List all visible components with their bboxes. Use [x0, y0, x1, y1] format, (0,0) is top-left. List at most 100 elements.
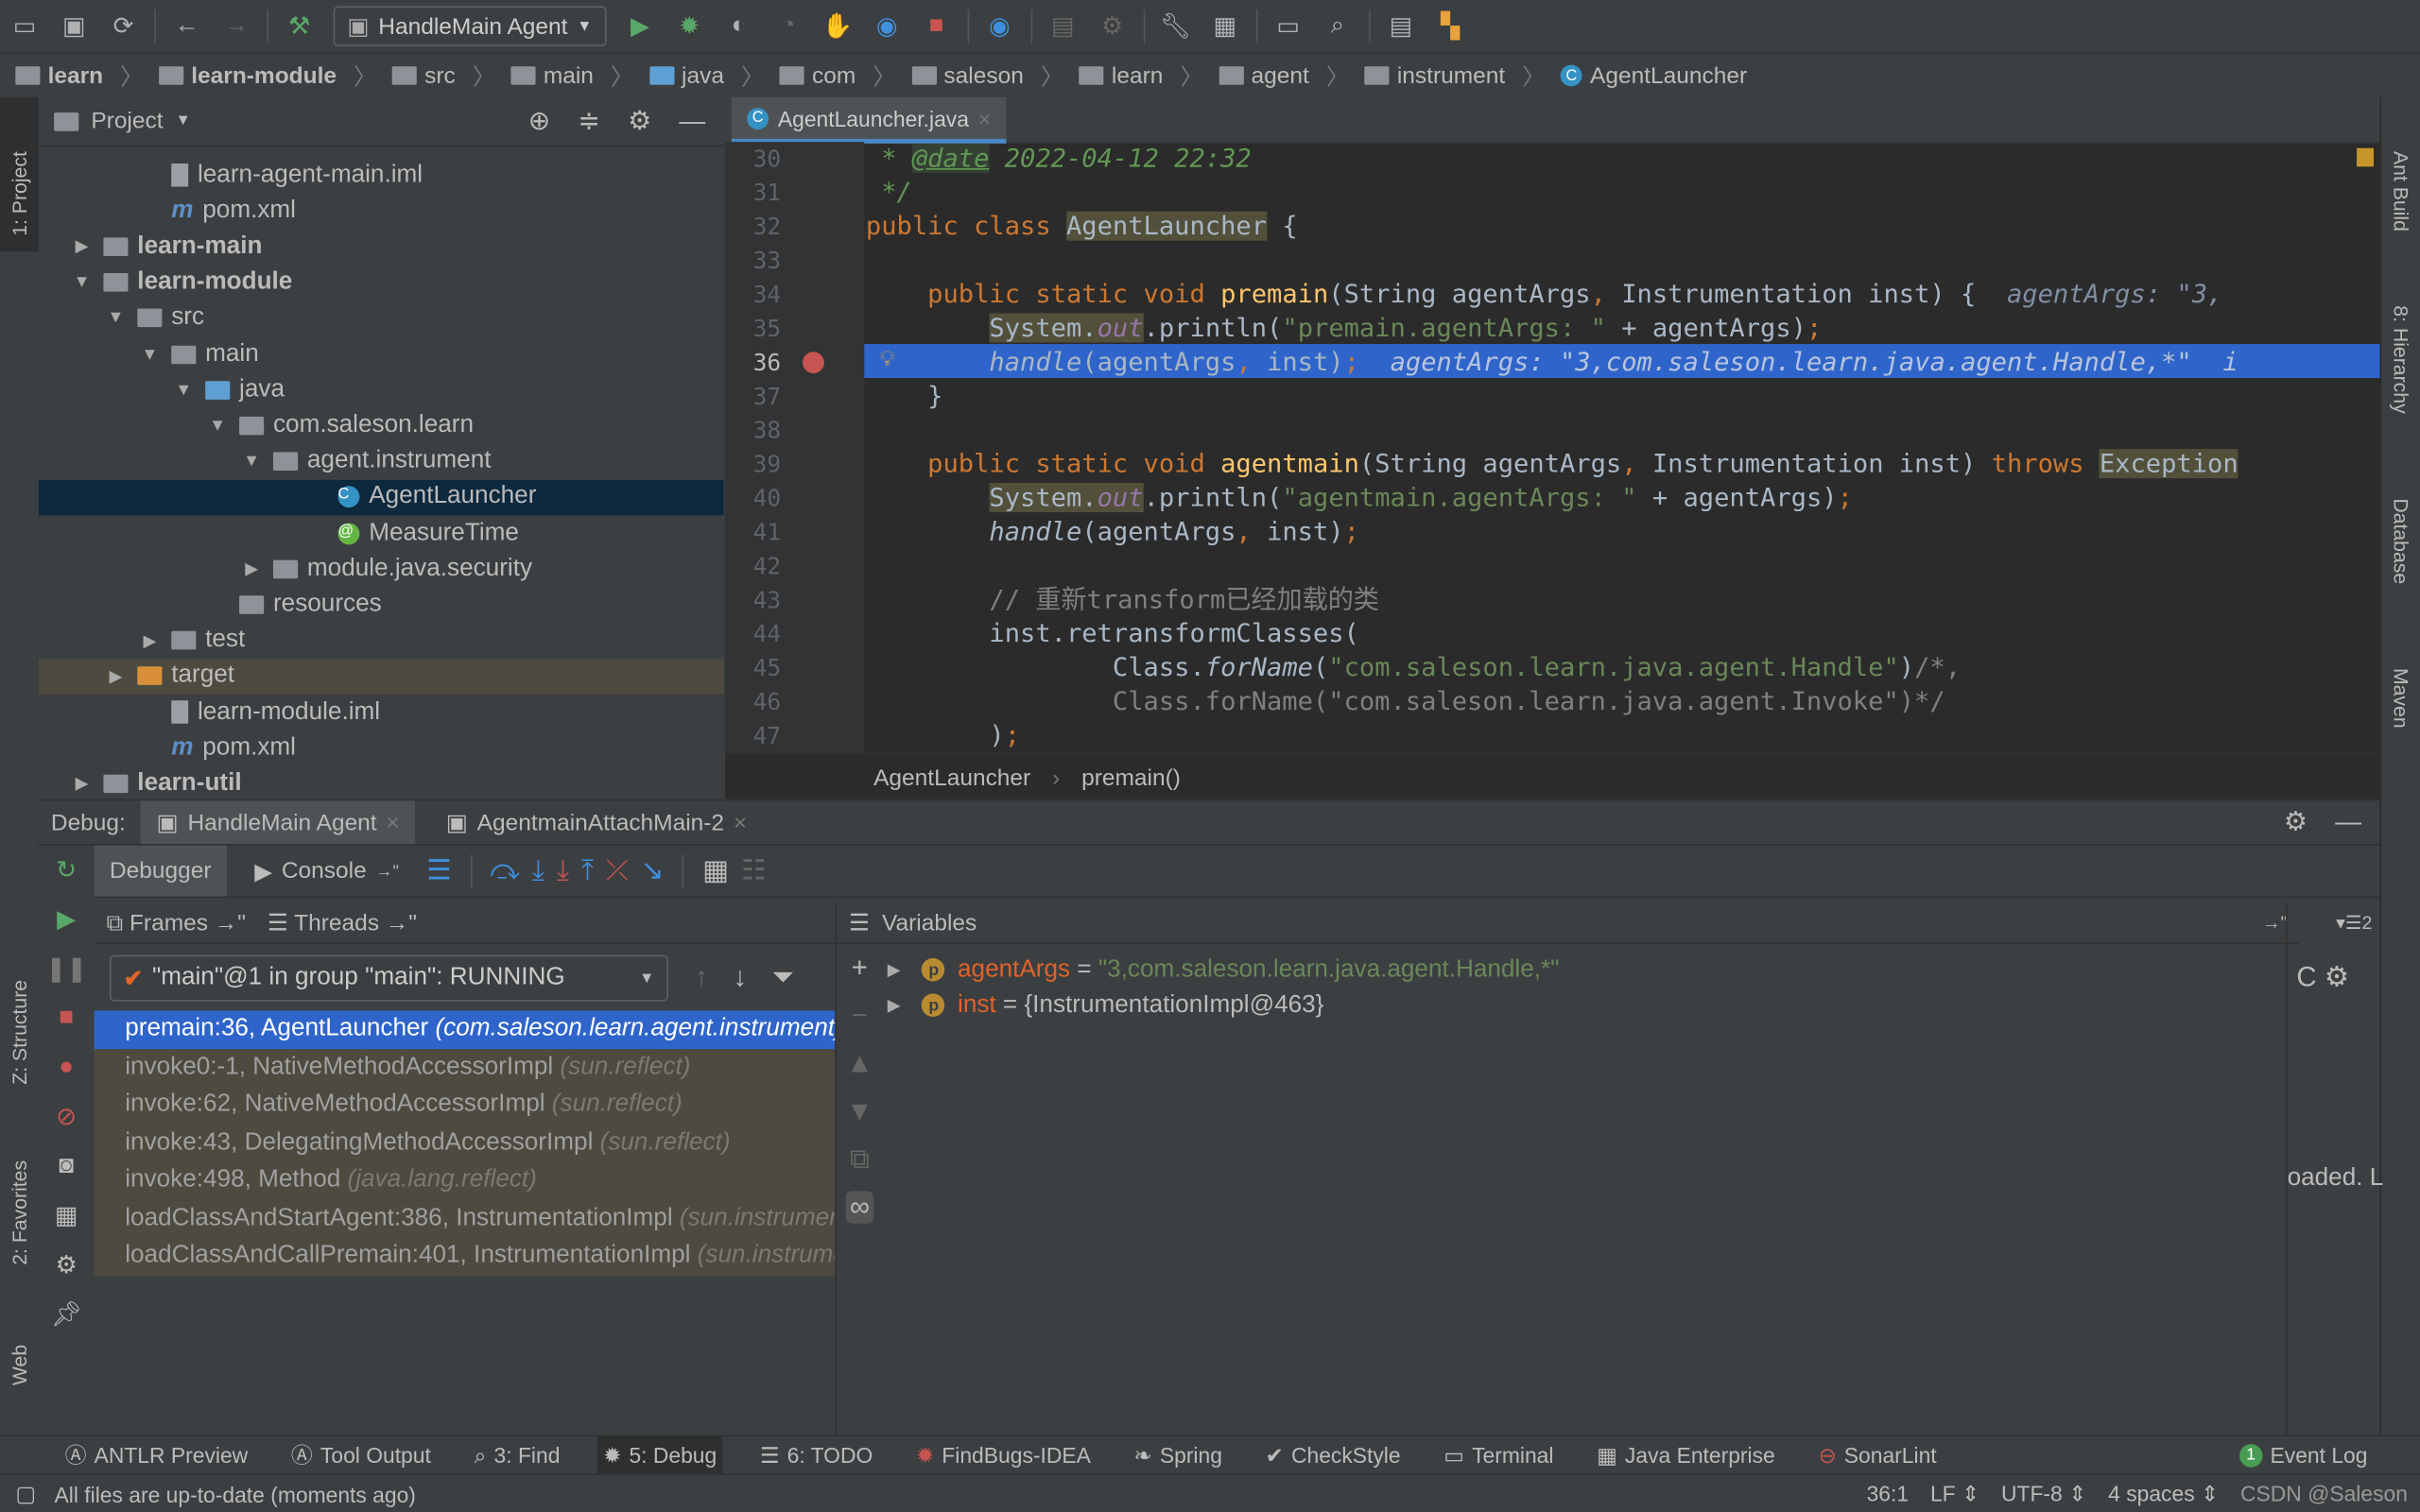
editor-crumb-method[interactable]: premain(): [1081, 765, 1181, 791]
indent-setting[interactable]: 4 spaces ⇕: [2108, 1481, 2219, 1507]
tree-item[interactable]: ▼ java: [39, 372, 724, 408]
tool-tab[interactable]: ☰ 6: TODO: [753, 1435, 878, 1474]
tool-tab[interactable]: ✔ CheckStyle: [1259, 1435, 1407, 1474]
attach-icon[interactable]: ✋: [818, 7, 857, 46]
chevron-down-icon[interactable]: ▼: [176, 112, 191, 129]
tool-window-database[interactable]: Database: [2389, 498, 2411, 584]
debug-tab-agentmain[interactable]: ▣ AgentmainAttachMain-2 ×: [430, 800, 762, 844]
project-structure-icon[interactable]: ▦: [1205, 7, 1245, 46]
settings-wrench-icon[interactable]: 🔧︎: [1155, 7, 1195, 46]
gear-icon[interactable]: ⚙: [39, 1241, 95, 1290]
tool-tab[interactable]: ▦ Java Enterprise: [1591, 1435, 1782, 1474]
add-watch-icon[interactable]: +: [852, 952, 868, 984]
camera-icon[interactable]: ◙: [39, 1142, 95, 1191]
lightbulb-icon[interactable]: 💡︎: [880, 346, 895, 372]
breadcrumb-item[interactable]: learn-module 〉: [158, 60, 376, 92]
project-view-select[interactable]: Project: [91, 108, 163, 134]
breadcrumb-item[interactable]: src 〉: [391, 60, 495, 92]
breadcrumb-item[interactable]: saleson 〉: [911, 60, 1063, 92]
breadcrumb-item[interactable]: main 〉: [510, 60, 633, 92]
tab-frames[interactable]: ⧉ Frames →": [107, 909, 246, 936]
build-hammer-icon[interactable]: ⚒: [280, 7, 320, 46]
tree-item[interactable]: learn-module.iml: [39, 695, 724, 730]
view-breakpoints-icon[interactable]: ●: [39, 1043, 95, 1092]
tree-item[interactable]: ▼ agent.instrument: [39, 444, 724, 480]
stop-icon[interactable]: ■: [39, 993, 95, 1042]
tree-item[interactable]: m pom.xml: [39, 193, 724, 229]
tree-item[interactable]: ▶ test: [39, 623, 724, 659]
arrow-down-icon[interactable]: ▼: [242, 453, 261, 472]
expand-arrow-icon[interactable]: ▶: [888, 995, 901, 1016]
tree-item[interactable]: ▼ com.saleson.learn: [39, 408, 724, 444]
breadcrumb-item[interactable]: C AgentLauncher: [1561, 62, 1747, 89]
tool-window-web[interactable]: Web: [8, 1345, 30, 1385]
profile-icon[interactable]: ◔: [769, 7, 808, 46]
run-icon[interactable]: ▶: [620, 7, 660, 46]
forward-icon[interactable]: →: [216, 7, 256, 46]
editor-crumb-class[interactable]: AgentLauncher: [873, 765, 1030, 791]
arrow-right-icon[interactable]: ▶: [107, 666, 126, 687]
tree-item[interactable]: ▶ learn-main: [39, 229, 724, 265]
stack-frame[interactable]: invoke:43, DelegatingMethodAccessorImpl …: [94, 1124, 836, 1162]
tree-item[interactable]: ▼ main: [39, 336, 724, 372]
thread-select[interactable]: ✔ "main"@1 in group "main": RUNNING ▼: [109, 954, 668, 1002]
pin-icon[interactable]: 📌︎: [39, 1290, 95, 1339]
run-config-select[interactable]: ▣ HandleMain Agent ▼: [333, 6, 607, 46]
next-frame-icon[interactable]: ↓: [734, 961, 748, 993]
collapse-icon[interactable]: ≑: [578, 106, 599, 137]
breadcrumb-item[interactable]: com 〉: [779, 60, 896, 92]
tree-item[interactable]: ▼ src: [39, 301, 724, 336]
tool-tab[interactable]: ❧ Spring: [1128, 1435, 1228, 1474]
remove-watch-icon[interactable]: −: [852, 1000, 868, 1032]
show-watches-icon[interactable]: ∞: [845, 1191, 874, 1224]
tool-window-ant-build[interactable]: Ant Build: [2389, 151, 2411, 232]
open-folder-icon[interactable]: ▭: [5, 7, 44, 46]
tab-debugger[interactable]: Debugger: [94, 845, 227, 897]
status-icon[interactable]: ▢: [15, 1481, 36, 1507]
gear-icon[interactable]: ⚙: [628, 106, 651, 137]
step-over-icon[interactable]: ⤼: [490, 854, 519, 886]
expand-arrow-icon[interactable]: ▶: [888, 960, 901, 980]
tool-window-project[interactable]: 1: Project: [8, 151, 30, 236]
event-log-tab[interactable]: 1 Event Log: [2233, 1435, 2374, 1474]
resume-icon[interactable]: ▶: [39, 895, 95, 944]
tab-console[interactable]: ▶ Console →": [239, 846, 414, 897]
editor-tab-agentlauncher[interactable]: C AgentLauncher.java ×: [731, 96, 1007, 144]
tool-tab[interactable]: ▭ Terminal: [1438, 1435, 1560, 1474]
tool-tab[interactable]: ⌕ 3: Find: [468, 1435, 566, 1474]
arrow-right-icon[interactable]: ▶: [141, 630, 160, 651]
tree-item[interactable]: @ MeasureTime: [39, 515, 724, 551]
file-encoding[interactable]: UTF-8 ⇕: [2001, 1481, 2086, 1507]
mute-breakpoints-icon[interactable]: ⊘: [39, 1092, 95, 1142]
move-down-icon[interactable]: ▼: [846, 1095, 873, 1127]
debug-tab-handlemain[interactable]: ▣ HandleMain Agent ×: [141, 800, 416, 845]
drop-frame-icon[interactable]: ⤫: [606, 854, 629, 886]
breadcrumb-item[interactable]: learn 〉: [1079, 60, 1203, 92]
arrow-down-icon[interactable]: ▼: [174, 381, 193, 400]
tasks-icon[interactable]: ▤: [1381, 7, 1421, 46]
locate-icon[interactable]: ⊕: [528, 106, 550, 137]
tool-tab[interactable]: ✹ 5: Debug: [596, 1435, 723, 1475]
stack-frame[interactable]: loadClassAndStartAgent:386, Instrumentat…: [94, 1199, 836, 1238]
save-icon[interactable]: ▣: [54, 7, 94, 46]
stack-frame[interactable]: invoke:62, NativeMethodAccessorImpl (sun…: [94, 1086, 836, 1125]
breakpoint-icon[interactable]: [802, 352, 824, 374]
tool-window-maven[interactable]: Maven: [2389, 668, 2411, 729]
stop-icon[interactable]: ■: [916, 7, 956, 46]
close-icon[interactable]: ×: [734, 809, 747, 835]
search-icon[interactable]: ⌕: [1318, 7, 1357, 46]
back-icon[interactable]: ←: [166, 7, 206, 46]
tool-window-hierarchy[interactable]: 8: Hierarchy: [2389, 305, 2411, 413]
tree-item[interactable]: ▶ module.java.security: [39, 551, 724, 587]
rerun-icon[interactable]: ↻: [39, 846, 95, 895]
arrow-right-icon[interactable]: ▶: [73, 774, 92, 794]
variable-row[interactable]: ▶ p inst = {InstrumentationImpl@463}: [888, 988, 2276, 1023]
line-separator[interactable]: LF ⇕: [1930, 1481, 1979, 1507]
tree-item[interactable]: m pom.xml: [39, 730, 724, 766]
arrow-right-icon[interactable]: ▶: [242, 558, 261, 579]
breadcrumb-item[interactable]: agent 〉: [1219, 60, 1349, 92]
tree-item[interactable]: C AgentLauncher: [38, 479, 724, 515]
trace-icon[interactable]: ☷: [741, 854, 766, 886]
arrow-down-icon[interactable]: ▼: [208, 417, 227, 436]
breadcrumb-item[interactable]: learn 〉: [15, 60, 144, 92]
